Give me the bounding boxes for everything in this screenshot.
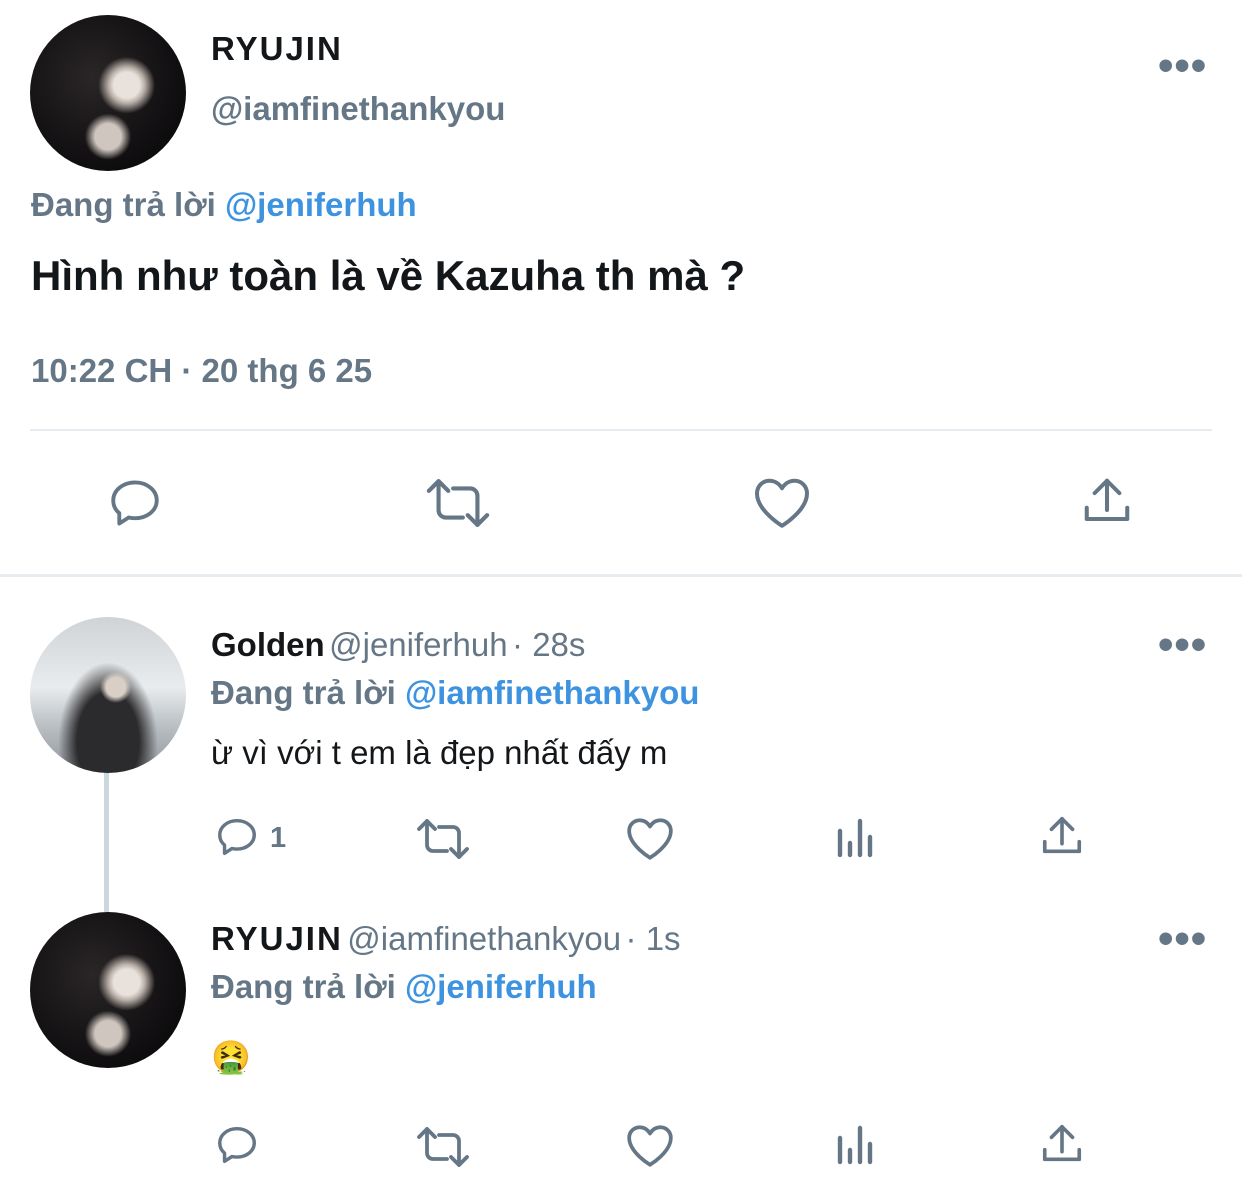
tweet-timestamp[interactable]: 10:22 CH · 20 thg 6 25 — [31, 352, 372, 390]
author-handle[interactable]: @iamfinethankyou — [211, 90, 505, 128]
reply-header: Golden @jeniferhuh · 28s — [211, 626, 585, 664]
replying-prefix: Đang trả lời — [211, 968, 396, 1005]
reply-icon[interactable] — [214, 813, 260, 861]
thread-line — [104, 772, 109, 912]
share-icon[interactable] — [1039, 813, 1085, 859]
retweet-icon[interactable] — [424, 473, 492, 533]
share-icon[interactable] — [1080, 474, 1134, 528]
more-options-button[interactable]: ••• — [1158, 917, 1207, 961]
replying-prefix: Đang trả lời — [31, 186, 216, 223]
reply-time: · 1s — [625, 920, 681, 957]
replying-mention-link[interactable]: @jeniferhuh — [405, 968, 597, 1005]
divider — [30, 429, 1212, 431]
reply-author-handle[interactable]: @iamfinethankyou — [347, 920, 621, 957]
analytics-icon[interactable] — [834, 1122, 878, 1166]
reply-author-handle[interactable]: @jeniferhuh — [329, 626, 507, 663]
reply-avatar[interactable] — [30, 617, 186, 773]
replying-mention-link[interactable]: @iamfinethankyou — [405, 674, 699, 711]
reply-avatar[interactable] — [30, 912, 186, 1068]
author-name[interactable]: RYUJIN — [211, 30, 343, 68]
reply-author-name[interactable]: RYUJIN — [211, 920, 343, 957]
share-icon[interactable] — [1039, 1121, 1085, 1167]
like-icon[interactable] — [625, 815, 675, 861]
analytics-icon[interactable] — [834, 815, 878, 859]
like-icon[interactable] — [752, 474, 812, 530]
reply-text: ừ vì với t em là đẹp nhất đấy m — [211, 734, 668, 771]
reply-icon[interactable] — [106, 474, 164, 532]
reply-count: 1 — [270, 822, 287, 854]
more-options-button[interactable]: ••• — [1158, 623, 1207, 667]
replying-to-line: Đang trả lời @jeniferhuh — [31, 186, 417, 224]
reply-emoji: 🤮 — [211, 1039, 251, 1075]
replying-prefix: Đang trả lời — [211, 674, 396, 711]
replying-to-line: Đang trả lời @iamfinethankyou — [211, 674, 699, 712]
retweet-icon[interactable] — [414, 815, 472, 863]
like-icon[interactable] — [625, 1122, 675, 1168]
reply-header: RYUJIN @iamfinethankyou · 1s — [211, 920, 681, 958]
reply-icon[interactable] — [214, 1121, 260, 1169]
replying-to-line: Đang trả lời @jeniferhuh — [211, 968, 597, 1006]
more-options-button[interactable]: ••• — [1158, 44, 1207, 88]
tweet-text: Hình như toàn là về Kazuha th mà ? — [31, 252, 746, 299]
reply-time: · 28s — [512, 626, 586, 663]
replying-mention-link[interactable]: @jeniferhuh — [225, 186, 417, 223]
retweet-icon[interactable] — [414, 1123, 472, 1171]
author-avatar[interactable] — [30, 15, 186, 171]
section-divider — [0, 574, 1242, 577]
reply-author-name[interactable]: Golden — [211, 626, 325, 663]
